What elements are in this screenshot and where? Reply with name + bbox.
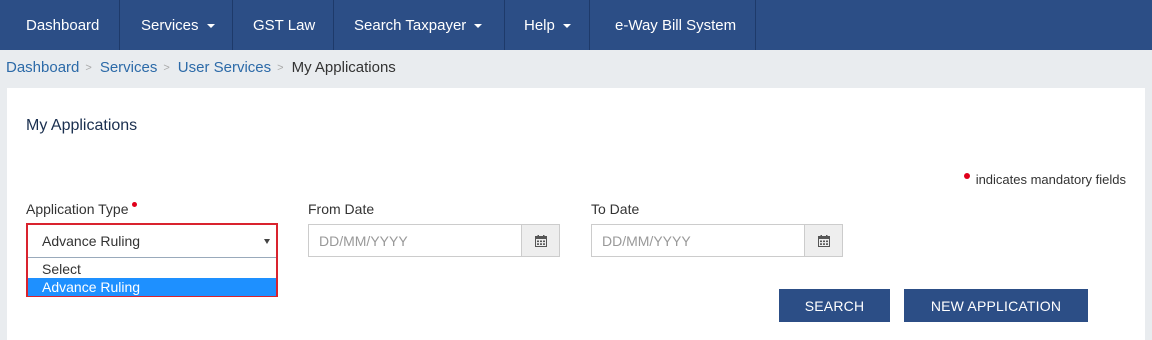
- from-date-label: From Date: [308, 201, 375, 217]
- caret-down-icon: [206, 24, 215, 28]
- from-date-input[interactable]: DD/MM/YYYY: [309, 225, 521, 256]
- caret-down-icon: [562, 24, 571, 28]
- chevron-right-icon: >: [277, 61, 284, 74]
- required-dot-icon: [132, 201, 138, 207]
- breadcrumb-current: My Applications: [291, 59, 396, 76]
- main-panel: My Applications indicates mandatory fiel…: [7, 88, 1145, 340]
- search-button[interactable]: SEARCH: [779, 289, 890, 322]
- calendar-icon: [817, 234, 830, 247]
- nav-services[interactable]: Services: [120, 0, 233, 50]
- nav-dashboard[interactable]: Dashboard: [0, 0, 120, 50]
- caret-down-icon: [474, 24, 483, 28]
- page-title: My Applications: [26, 117, 138, 134]
- chevron-right-icon: >: [163, 61, 170, 74]
- calendar-button[interactable]: [521, 225, 559, 256]
- calendar-icon: [534, 234, 547, 247]
- breadcrumb-services[interactable]: Services: [100, 59, 158, 76]
- mandatory-note: indicates mandatory fields: [963, 172, 1126, 187]
- breadcrumb-user-services[interactable]: User Services: [178, 59, 271, 76]
- required-dot-icon: [963, 172, 970, 179]
- breadcrumb: Dashboard > Services > User Services > M…: [6, 59, 396, 76]
- calendar-button[interactable]: [804, 225, 842, 256]
- to-date-label: To Date: [591, 201, 640, 217]
- chevron-right-icon: >: [85, 61, 92, 74]
- new-application-button[interactable]: NEW APPLICATION: [904, 289, 1088, 322]
- application-type-select[interactable]: Advance Ruling: [28, 225, 276, 258]
- nav-search-taxpayer[interactable]: Search Taxpayer: [334, 0, 505, 50]
- option-select[interactable]: Select: [28, 260, 276, 278]
- application-type-label: Application Type: [26, 201, 138, 217]
- to-date-input[interactable]: DD/MM/YYYY: [592, 225, 804, 256]
- application-type-dropdown: Advance Ruling Select Advance Ruling: [26, 223, 278, 297]
- top-navigation: Dashboard Services GST Law Search Taxpay…: [0, 0, 1152, 50]
- to-date-field: DD/MM/YYYY: [591, 224, 843, 257]
- nav-help[interactable]: Help: [505, 0, 590, 50]
- nav-eway-bill[interactable]: e-Way Bill System: [590, 0, 756, 50]
- breadcrumb-dashboard[interactable]: Dashboard: [6, 59, 79, 76]
- option-advance-ruling[interactable]: Advance Ruling: [28, 278, 276, 296]
- nav-gst-law[interactable]: GST Law: [233, 0, 334, 50]
- caret-down-icon: [264, 239, 270, 244]
- from-date-field: DD/MM/YYYY: [308, 224, 560, 257]
